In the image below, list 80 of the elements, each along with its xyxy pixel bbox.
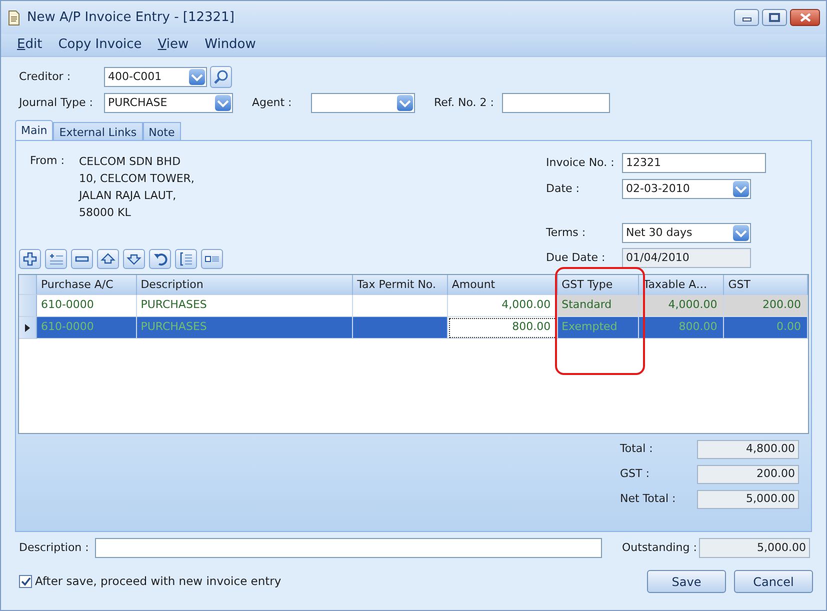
description-field[interactable]	[95, 538, 602, 558]
column-header[interactable]: Purchase A/C	[36, 275, 137, 295]
table-cell: 800.00	[448, 317, 558, 339]
field-label: Ref. No. 2 :	[434, 94, 495, 111]
menu-item[interactable]: Copy Invoice	[50, 35, 150, 55]
date-picker[interactable]: 02-03-2010	[622, 179, 751, 199]
address-line: JALAN RAJA LAUT,	[79, 188, 178, 204]
menu-item[interactable]: View	[150, 35, 197, 55]
column-header[interactable]: Tax Permit No.	[353, 275, 448, 295]
toolbar-button[interactable]	[97, 249, 119, 269]
check-icon	[20, 577, 30, 586]
field-label: Date :	[546, 180, 580, 197]
address-line: CELCOM SDN BHD	[79, 154, 182, 170]
total-field: 4,800.00	[697, 440, 799, 459]
agent-dropdown[interactable]	[311, 93, 415, 113]
column-header[interactable]: Description	[136, 275, 354, 295]
total-label: GST :	[620, 466, 650, 482]
field-label: Creditor :	[19, 68, 72, 85]
checkbox-label[interactable]: After save, proceed with new invoice entry	[35, 572, 282, 590]
tab[interactable]: Note	[142, 122, 181, 140]
menu-item[interactable]: Edit	[9, 35, 50, 55]
ref-no-field[interactable]	[502, 93, 610, 113]
window-title: New A/P Invoice Entry - [12321]	[27, 8, 234, 27]
total-field: 200.00	[697, 465, 799, 484]
row-header	[19, 275, 37, 295]
close-button[interactable]	[790, 9, 820, 26]
journal-type-dropdown[interactable]: PURCHASE	[104, 93, 233, 113]
column-header[interactable]: Amount	[448, 275, 558, 295]
invoice-no-field[interactable]: 12321	[622, 153, 766, 173]
field-label: Due Date :	[546, 250, 606, 266]
field-label: Terms :	[546, 224, 587, 241]
save-button[interactable]: Save	[647, 570, 726, 593]
address-line: 10, CELCOM TOWER,	[79, 171, 194, 187]
table-row[interactable]: 610-0000 PURCHASES 800.00 Exempted 800.00 0.00	[19, 317, 808, 339]
table-cell: 800.00	[639, 317, 724, 339]
table-cell: 200.00	[724, 295, 808, 317]
table-cell: Standard	[558, 295, 640, 317]
search-button[interactable]	[210, 66, 232, 88]
toolbar-button[interactable]	[123, 249, 145, 269]
table-cell: 4,000.00	[639, 295, 724, 317]
field-label: Outstanding :	[622, 540, 698, 556]
cancel-button[interactable]: Cancel	[734, 570, 813, 593]
table-cell: 0.00	[724, 317, 808, 339]
undo-icon	[152, 251, 168, 267]
table-cell: Exempted	[558, 317, 640, 339]
list-icon	[178, 251, 194, 267]
field-label: Description :	[19, 540, 90, 556]
table-cell: PURCHASES	[136, 317, 354, 339]
tab[interactable]: Main	[15, 120, 54, 140]
toolbar-button[interactable]	[71, 249, 93, 269]
address-line: 58000 KL	[79, 205, 132, 221]
creditor-dropdown[interactable]: 400-C001	[104, 67, 207, 87]
field-label: From :	[30, 153, 66, 169]
total-label: Net Total :	[620, 491, 677, 508]
total-field: 5,000.00	[697, 490, 799, 509]
checkbox[interactable]	[19, 575, 32, 588]
maximize-button[interactable]	[762, 9, 787, 26]
field-label: Journal Type :	[19, 94, 94, 111]
toolbar-button[interactable]	[149, 249, 171, 269]
row-pointer-icon	[24, 324, 30, 332]
search-icon	[213, 69, 229, 85]
toolbar-button[interactable]	[175, 249, 197, 269]
outstanding-field: 5,000.00	[699, 538, 810, 558]
tab[interactable]: External Links	[53, 122, 143, 140]
due-date-field: 01/04/2010	[622, 248, 751, 268]
insert-row-icon	[48, 251, 64, 267]
field-label: Invoice No. :	[546, 154, 616, 171]
row-header[interactable]	[19, 317, 37, 339]
toolbar-button[interactable]	[19, 249, 41, 269]
minimize-button[interactable]	[734, 9, 759, 26]
toolbar-button[interactable]	[201, 249, 223, 269]
maximize-icon	[769, 13, 780, 22]
menu-item[interactable]: Window	[196, 35, 264, 55]
total-label: Total :	[620, 441, 654, 458]
plus-icon	[22, 251, 38, 267]
field-label: Agent :	[252, 94, 293, 111]
terms-dropdown[interactable]: Net 30 days	[622, 223, 751, 243]
table-cell: 610-0000	[36, 317, 137, 339]
document-icon	[7, 10, 21, 26]
close-icon	[800, 13, 810, 22]
